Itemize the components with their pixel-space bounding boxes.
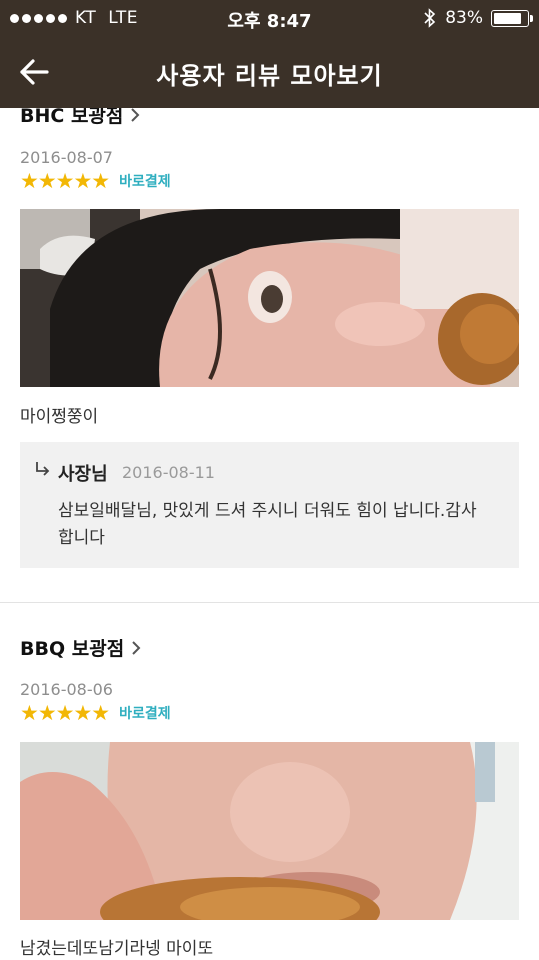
store-name: BBQ 보광점 <box>20 638 125 660</box>
app-header: KT LTE 오후 8:47 83% 사용자 리뷰 모아보기 <box>0 0 539 108</box>
payment-badge: 바로결제 <box>119 174 171 190</box>
chevron-right-icon <box>132 640 141 655</box>
rating-row: ★★★★★ 바로결제 <box>20 169 171 193</box>
review-date: 2016-08-07 <box>20 148 113 167</box>
nav-bar: 사용자 리뷰 모아보기 <box>0 36 539 108</box>
store-link-bbq[interactable]: BBQ 보광점 <box>20 634 142 661</box>
review-photo[interactable] <box>20 209 519 387</box>
battery-percent: 83% <box>445 8 483 28</box>
star-rating: ★★★★★ <box>20 701 110 725</box>
review-date: 2016-08-06 <box>20 680 113 699</box>
battery-icon <box>491 9 533 27</box>
reply-date: 2016-08-11 <box>122 463 215 482</box>
bluetooth-icon <box>424 8 436 28</box>
battery-fill <box>494 12 521 24</box>
reply-text: 삼보일배달님, 맛있게 드셔 주시니 더워도 힘이 납니다.감사 합니다 <box>58 501 477 548</box>
payment-badge: 바로결제 <box>119 706 171 722</box>
rating-row: ★★★★★ 바로결제 <box>20 701 171 725</box>
review-photo-image <box>20 209 519 387</box>
review-photo-image <box>20 742 519 920</box>
star-rating: ★★★★★ <box>20 169 110 193</box>
status-bar: KT LTE 오후 8:47 83% <box>0 0 539 36</box>
reply-arrow-icon <box>36 462 50 476</box>
owner-reply: 사장님 2016-08-11 삼보일배달님, 맛있게 드셔 주시니 더워도 힘이… <box>20 442 519 568</box>
review-text: 남겼는데또남기라넹 마이또 <box>20 939 214 959</box>
chevron-right-icon <box>131 107 140 122</box>
review-text: 마이쩡쭝이 <box>20 407 99 427</box>
status-right: 83% <box>423 8 533 28</box>
review-divider <box>0 602 539 603</box>
page-title: 사용자 리뷰 모아보기 <box>156 62 383 90</box>
review-list[interactable]: BHC 보광점 2016-08-07 ★★★★★ 바로결제 마이쩡쭝이 사장님 … <box>0 0 539 960</box>
review-photo[interactable] <box>20 742 519 920</box>
reply-author: 사장님 <box>58 464 108 485</box>
